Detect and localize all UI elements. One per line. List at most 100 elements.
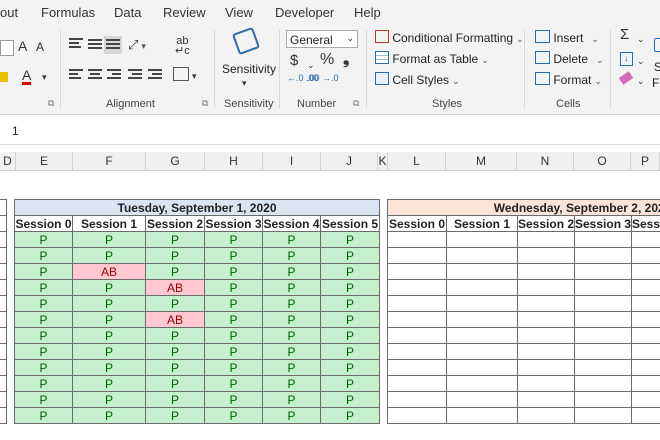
present-cell[interactable]: P [145,343,205,360]
session-header[interactable]: Session 2 [145,215,205,232]
sensitivity-icon[interactable] [231,26,261,56]
present-cell[interactable]: P [72,375,146,392]
present-cell[interactable]: P [145,247,205,264]
empty-cell[interactable] [517,311,575,328]
session-header[interactable]: Session 1 [72,215,146,232]
column-header-D[interactable]: D [0,152,16,170]
menu-view[interactable]: View [225,5,253,20]
present-cell[interactable]: P [14,295,73,312]
session-header[interactable]: Session 5 [319,215,381,232]
empty-cell[interactable] [574,391,632,408]
font-size-box[interactable] [0,40,14,56]
autosum-dropdown-icon[interactable]: ⌄ [637,32,645,46]
column-header-M[interactable]: M [446,152,517,170]
present-cell[interactable]: P [319,247,381,264]
empty-cell[interactable] [0,247,7,264]
absent-cell[interactable]: AB [145,311,205,328]
present-cell[interactable]: P [145,263,205,280]
present-cell[interactable]: P [262,391,321,408]
present-cell[interactable]: P [319,391,381,408]
empty-cell[interactable] [0,263,7,280]
present-cell[interactable]: P [319,407,381,424]
menu-formulas[interactable]: Formulas [41,5,95,20]
present-cell[interactable]: P [204,407,263,424]
decrease-decimal-icon[interactable]: .00 →.0 [307,74,339,83]
present-cell[interactable]: P [72,247,146,264]
empty-cell[interactable] [387,231,447,248]
column-header-G[interactable]: G [146,152,205,170]
currency-icon[interactable]: $ [290,53,298,68]
empty-cell[interactable] [446,295,518,312]
present-cell[interactable]: P [262,295,321,312]
empty-cell[interactable] [574,295,632,312]
column-header-F[interactable]: F [73,152,146,170]
sensitivity-dropdown-icon[interactable]: ▾ [242,76,247,90]
tuesday-title[interactable]: Tuesday, September 1, 2020 [13,199,381,216]
present-cell[interactable]: P [319,359,381,376]
empty-cell[interactable] [574,359,632,376]
present-cell[interactable]: P [14,391,73,408]
present-cell[interactable]: P [319,263,381,280]
present-cell[interactable]: P [262,231,321,248]
orientation-icon[interactable]: ⤢ ▾ [128,38,146,53]
empty-cell[interactable] [574,375,632,392]
merge-center-icon[interactable] [173,67,189,81]
sort-filter-label[interactable]: S [654,60,660,74]
empty-cell[interactable] [0,311,7,328]
empty-cell[interactable] [387,279,447,296]
column-header-N[interactable]: N [517,152,574,170]
menu-data[interactable]: Data [114,5,141,20]
empty-cell[interactable] [0,295,7,312]
present-cell[interactable]: P [72,295,146,312]
present-cell[interactable]: P [204,263,263,280]
conditional-formatting-button[interactable]: Conditional Formatting ⌄ [375,30,524,45]
empty-cell[interactable] [446,391,518,408]
empty-cell[interactable] [517,407,575,424]
column-header-J[interactable]: J [321,152,378,170]
present-cell[interactable]: P [262,263,321,280]
present-cell[interactable]: P [145,391,205,408]
present-cell[interactable]: P [319,375,381,392]
empty-cell[interactable] [630,343,660,360]
clear-dropdown-icon[interactable]: ⌄ [637,74,645,88]
present-cell[interactable]: P [14,327,73,344]
empty-cell[interactable] [387,311,447,328]
present-cell[interactable]: P [145,407,205,424]
empty-cell[interactable] [387,247,447,264]
present-cell[interactable]: P [204,391,263,408]
empty-cell[interactable] [387,407,447,424]
empty-cell[interactable] [630,359,660,376]
empty-cell[interactable] [446,407,518,424]
present-cell[interactable]: P [14,311,73,328]
present-cell[interactable]: P [14,263,73,280]
worksheet-grid[interactable]: Tuesday, September 1, 2020 Session 0 Sess… [0,171,660,440]
empty-cell[interactable] [0,407,7,424]
empty-cell[interactable] [574,247,632,264]
menu-help[interactable]: Help [354,5,381,20]
present-cell[interactable]: P [204,231,263,248]
empty-cell[interactable] [517,279,575,296]
empty-cell[interactable] [446,327,518,344]
empty-cell[interactable] [517,359,575,376]
present-cell[interactable]: P [72,343,146,360]
empty-cell[interactable] [574,279,632,296]
increase-indent-icon[interactable] [148,69,162,81]
align-bottom-icon[interactable] [104,36,122,54]
empty-cell[interactable] [387,359,447,376]
column-header-K[interactable]: K [378,152,388,170]
present-cell[interactable]: P [204,359,263,376]
empty-cell[interactable] [630,327,660,344]
empty-cell[interactable] [517,295,575,312]
empty-cell[interactable] [0,199,7,216]
font-color-dropdown-icon[interactable]: ▾ [42,70,47,84]
sort-filter-icon[interactable] [654,38,660,52]
empty-cell[interactable] [517,327,575,344]
empty-cell[interactable] [574,263,632,280]
empty-cell[interactable] [517,263,575,280]
insert-cells-button[interactable]: Insert ⌄ [535,30,599,45]
highlight-icon[interactable] [0,72,8,82]
align-right-icon[interactable] [107,69,121,81]
present-cell[interactable]: P [72,231,146,248]
empty-cell[interactable] [446,247,518,264]
empty-cell[interactable] [446,231,518,248]
